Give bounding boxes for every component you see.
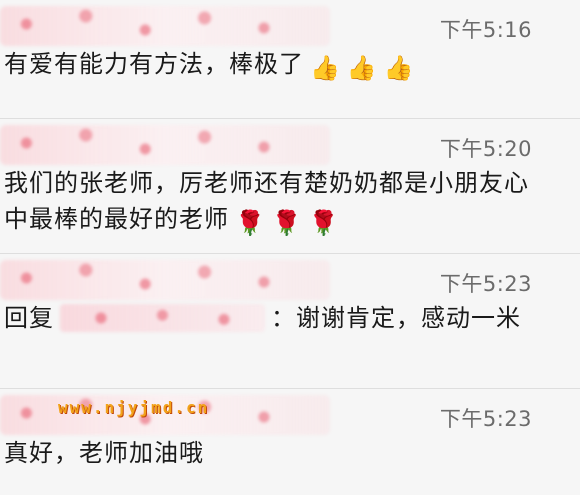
thumbs-up-icon: 👍 bbox=[310, 54, 341, 82]
redacted-username bbox=[0, 6, 330, 46]
comment-time: 下午5:20 bbox=[439, 137, 532, 161]
comment-text: 真好，老师加油哦 bbox=[0, 435, 580, 471]
comment-body: 有爱有能力有方法，棒极了 bbox=[4, 50, 304, 78]
comment-item[interactable]: 下午5:23 回复 ：谢谢肯定，感动一米 bbox=[0, 254, 580, 388]
thumbs-up-icon: 👍 bbox=[383, 54, 415, 82]
comment-item[interactable]: 下午5:16 有爱有能力有方法，棒极了 👍 👍 👍 bbox=[0, 0, 580, 118]
redacted-reply-target[interactable] bbox=[60, 304, 265, 332]
comment-time: 下午5:16 bbox=[439, 18, 532, 42]
comment-time: 下午5:23 bbox=[439, 272, 532, 296]
comment-time: 下午5:23 bbox=[439, 407, 532, 431]
comment-item[interactable]: 下午5:20 我们的张老师，厉老师还有楚奶奶都是小朋友心中最棒的最好的老师 🌹 🌹 🌹 bbox=[0, 119, 580, 253]
redacted-username bbox=[0, 260, 330, 300]
comment-body: ：谢谢肯定，感动一米 bbox=[271, 304, 521, 332]
comment-header: 下午5:20 bbox=[0, 119, 580, 165]
comment-body: 真好，老师加油哦 bbox=[4, 439, 204, 467]
comment-text: 我们的张老师，厉老师还有楚奶奶都是小朋友心中最棒的最好的老师 🌹 🌹 🌹 bbox=[0, 165, 580, 237]
redacted-username bbox=[0, 125, 330, 165]
comment-body: 我们的张老师，厉老师还有楚奶奶都是小朋友心中最棒的最好的老师 bbox=[4, 169, 529, 233]
watermark: www.njyjmd.cn bbox=[58, 398, 210, 417]
rose-icon: 🌹 bbox=[235, 209, 266, 237]
comment-header: 下午5:23 bbox=[0, 254, 580, 300]
comment-list: 下午5:16 有爱有能力有方法，棒极了 👍 👍 👍 下午5:20 我们的张老师，厉老师… bbox=[0, 0, 580, 495]
rose-icon: 🌹 bbox=[308, 209, 340, 237]
reply-prefix: 回复 bbox=[4, 304, 54, 332]
rose-icon: 🌹 bbox=[271, 209, 303, 237]
thumbs-up-icon: 👍 bbox=[346, 54, 378, 82]
comment-text: 回复 ：谢谢肯定，感动一米 bbox=[0, 300, 580, 336]
comment-text: 有爱有能力有方法，棒极了 👍 👍 👍 bbox=[0, 46, 580, 82]
comment-header: 下午5:16 bbox=[0, 0, 580, 46]
